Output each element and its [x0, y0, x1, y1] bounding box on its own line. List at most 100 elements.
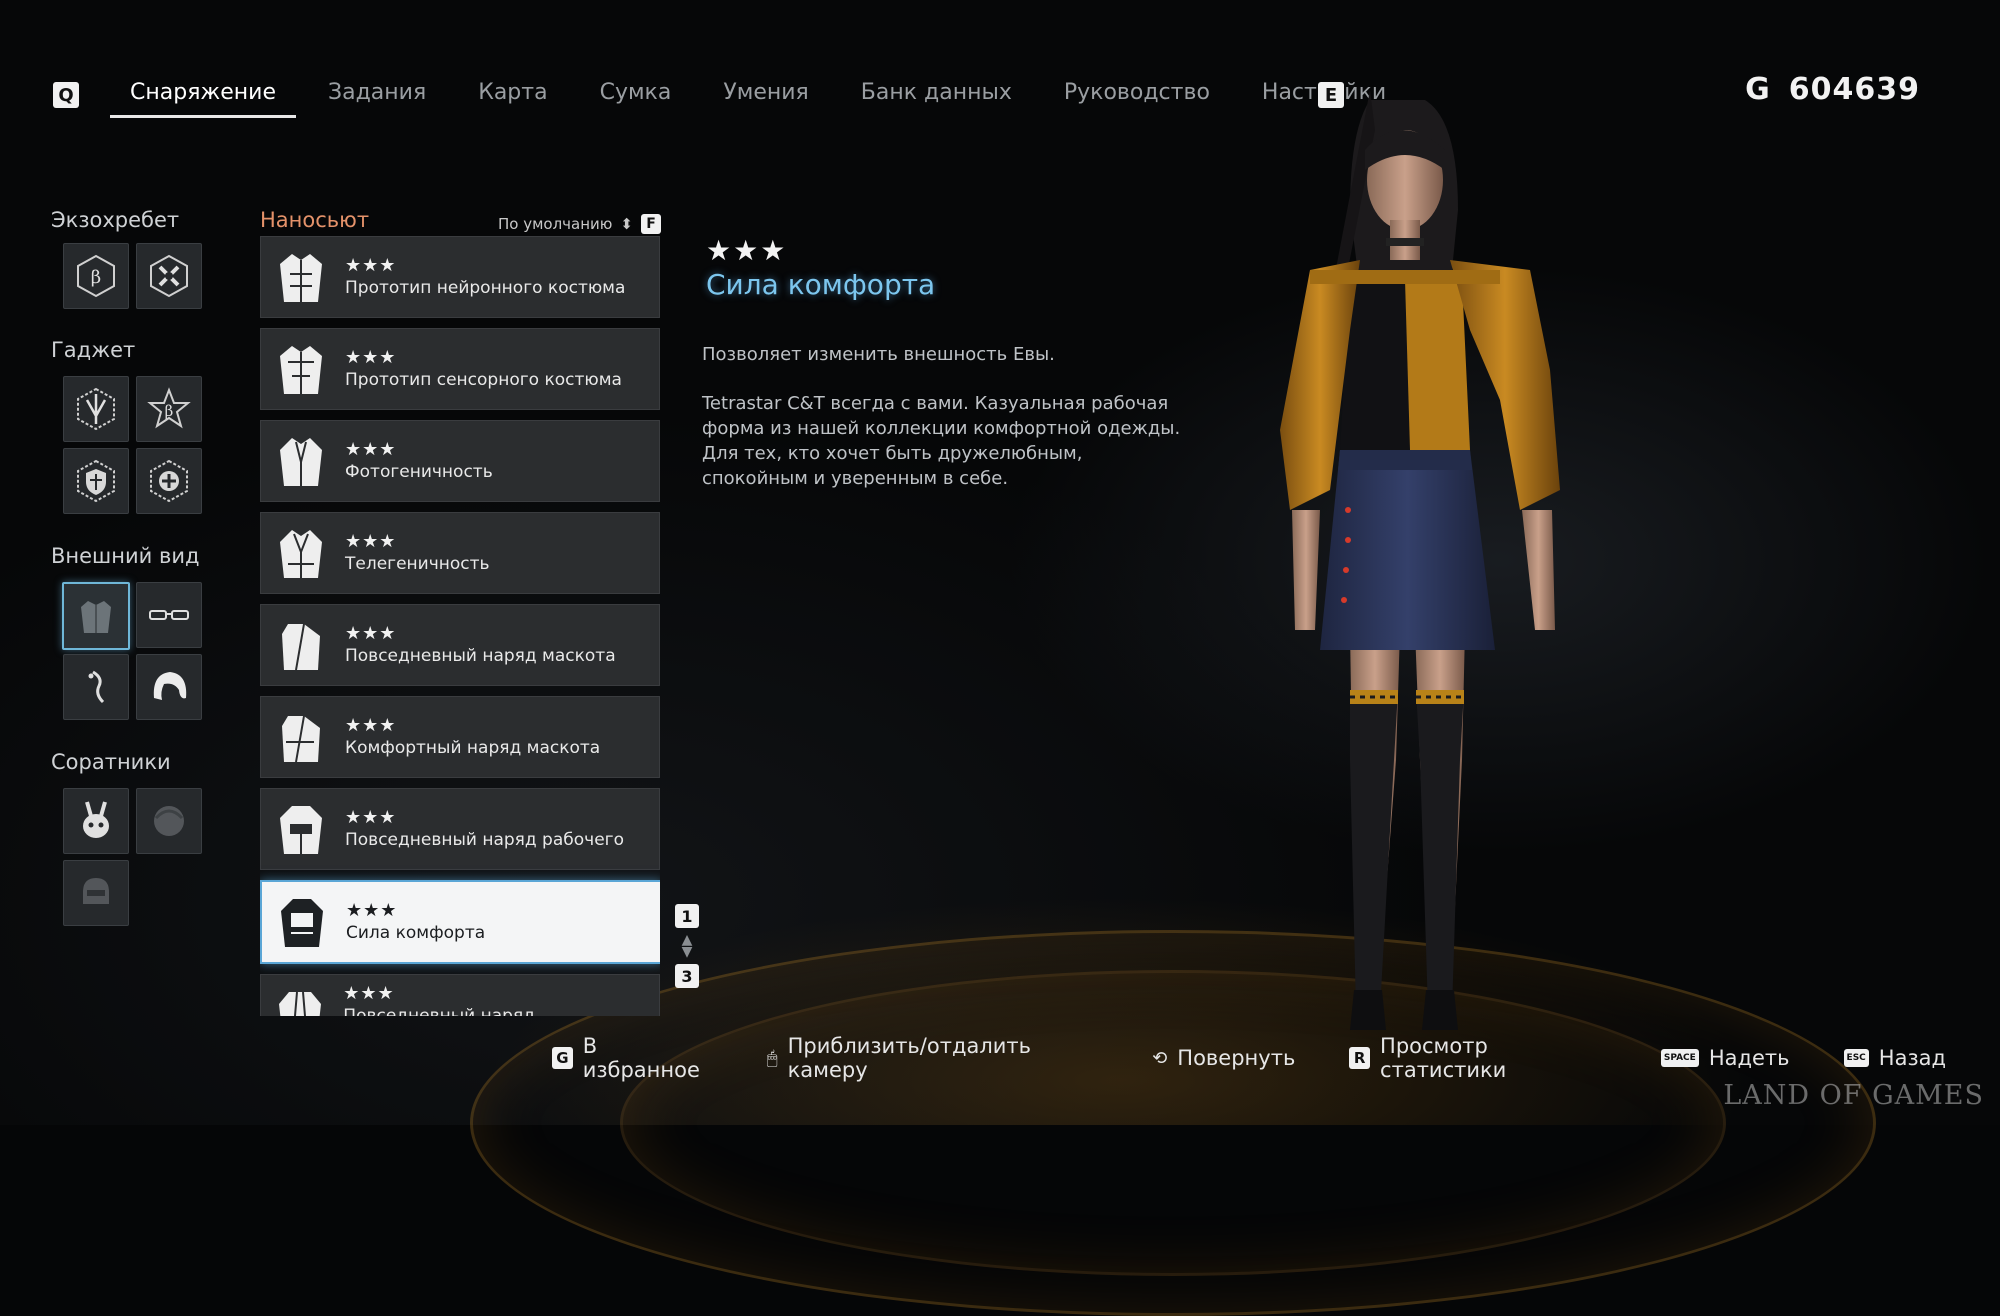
- item-name: Прототип сенсорного костюма: [345, 370, 622, 390]
- list-item[interactable]: ★★★ Фотогеничность: [260, 420, 660, 502]
- appearance-suit-slot[interactable]: [62, 582, 130, 650]
- category-gadget: Гаджет: [51, 338, 136, 362]
- item-stars: ★★★: [345, 439, 397, 460]
- favorite-label: В избранное: [582, 1034, 700, 1082]
- list-pager: 1 ▲ ▼ 3: [674, 904, 700, 988]
- item-stars: ★★★: [345, 715, 397, 736]
- hint-zoom[interactable]: 🖱 Приблизить/отдалить камеру: [767, 1034, 1098, 1082]
- exospine-cross-icon: [150, 254, 188, 298]
- item-name: Телегеничность: [345, 554, 490, 574]
- item-stars: ★★★: [345, 623, 397, 644]
- item-name: Комфортный наряд маскота: [345, 738, 601, 758]
- page-down-key[interactable]: 3: [675, 964, 699, 988]
- outfit-icon: [271, 522, 331, 584]
- hint-rotate[interactable]: ⟲ Повернуть: [1152, 1046, 1295, 1070]
- tab-map[interactable]: Карта: [458, 72, 567, 122]
- gadget-slot-3[interactable]: [63, 448, 129, 514]
- item-stars: ★★★: [346, 900, 398, 921]
- companion-slot-3[interactable]: [63, 860, 129, 926]
- equip-label: Надеть: [1708, 1046, 1790, 1070]
- stats-label: Просмотр статистики: [1380, 1034, 1507, 1082]
- companion-slot-1[interactable]: [63, 788, 129, 854]
- item-stars: ★★★: [343, 983, 395, 1004]
- suit-icon: [81, 601, 111, 633]
- detail-desc-flavor: Tetrastar C&T всегда с вами. Казуальная …: [702, 393, 1181, 489]
- exospine-slot-2[interactable]: [136, 243, 202, 309]
- currency-symbol: G: [1745, 72, 1771, 107]
- tab-database[interactable]: Банк данных: [841, 72, 1032, 122]
- svg-text:β: β: [91, 267, 101, 288]
- hint-back[interactable]: ESC Назад: [1843, 1046, 1947, 1070]
- outfit-icon: [271, 246, 331, 308]
- list-item-selected[interactable]: ★★★ Сила комфорта: [260, 880, 660, 964]
- gadget-slot-4[interactable]: [136, 448, 202, 514]
- hint-stats[interactable]: R Просмотр статистики: [1349, 1034, 1607, 1082]
- currency-amount: 604639: [1788, 72, 1920, 107]
- item-name: Прототип нейронного костюма: [345, 278, 626, 298]
- category-companions: Соратники: [51, 750, 171, 774]
- rotate-icon: ⟲: [1152, 1047, 1168, 1069]
- hair-icon: [153, 672, 187, 700]
- companion-slot-2[interactable]: [136, 788, 202, 854]
- detail-stars: ★★★: [706, 234, 788, 267]
- favorite-key: G: [552, 1047, 573, 1069]
- list-item[interactable]: ★★★ Повседневный наряд мотоциклиста: [260, 974, 660, 1016]
- zoom-label: Приблизить/отдалить камеру: [787, 1034, 1032, 1082]
- sort-key[interactable]: F: [641, 214, 661, 234]
- list-item[interactable]: ★★★ Прототип нейронного костюма: [260, 236, 660, 318]
- rotate-label: Повернуть: [1177, 1046, 1296, 1070]
- sort-control[interactable]: По умолчанию ⬍ F: [498, 214, 661, 234]
- gadget-shield-icon: [77, 459, 115, 503]
- item-stars: ★★★: [345, 255, 397, 276]
- outfit-icon: [271, 430, 331, 492]
- page-up-key[interactable]: 1: [675, 904, 699, 928]
- currency-display: G 604639: [1745, 72, 1920, 107]
- gadget-beta-star-icon: β: [147, 387, 191, 429]
- outfit-list: ★★★ Прототип нейронного костюма ★★★ Протот…: [260, 236, 660, 1016]
- exospine-beta-icon: β: [77, 254, 115, 298]
- appearance-earring-slot[interactable]: [63, 654, 129, 720]
- rabbit-mask-icon: [83, 801, 109, 838]
- list-item[interactable]: ★★★ Прототип сенсорного костюма: [260, 328, 660, 410]
- sort-arrows-icon: ⬍: [620, 215, 633, 233]
- item-stars: ★★★: [345, 531, 397, 552]
- appearance-hair-slot[interactable]: [136, 654, 202, 720]
- svg-text:β: β: [165, 402, 174, 420]
- gadget-drone-icon: [77, 387, 115, 431]
- category-exospine: Экзохребет: [51, 208, 180, 232]
- detail-desc-effect: Позволяет изменить внешность Евы.: [702, 344, 1055, 365]
- back-label: Назад: [1878, 1046, 1947, 1070]
- item-name: Повседневный наряд маскота: [345, 646, 616, 666]
- outfit-icon: [272, 891, 332, 953]
- watermark: LAND OF GAMES: [1723, 1080, 1984, 1111]
- list-item[interactable]: ★★★ Телегеничность: [260, 512, 660, 594]
- mouse-scroll-icon: 🖱: [766, 1047, 778, 1069]
- gadget-slot-1[interactable]: [63, 376, 129, 442]
- outfit-icon: [271, 706, 331, 768]
- hint-equip[interactable]: SPACE Надеть: [1660, 1046, 1790, 1070]
- character-model[interactable]: [1200, 70, 1620, 1050]
- tab-missions[interactable]: Задания: [308, 72, 446, 122]
- list-item[interactable]: ★★★ Повседневный наряд маскота: [260, 604, 660, 686]
- list-item[interactable]: ★★★ Комфортный наряд маскота: [260, 696, 660, 778]
- glasses-icon: [149, 610, 189, 620]
- tab-bag[interactable]: Сумка: [580, 72, 692, 122]
- item-name: Сила комфорта: [346, 923, 486, 943]
- outfit-icon: [271, 798, 331, 860]
- list-item[interactable]: ★★★ Повседневный наряд рабочего: [260, 788, 660, 870]
- control-hints: G В избранное 🖱 Приблизить/отдалить каме…: [552, 1034, 2000, 1082]
- list-title: Наносьют: [260, 208, 370, 232]
- prev-tab-key[interactable]: Q: [53, 82, 79, 108]
- companion-head-icon: [154, 806, 184, 836]
- item-name: Повседневный наряд мотоциклиста: [343, 1006, 535, 1016]
- sort-label: По умолчанию: [498, 215, 613, 233]
- item-name: Фотогеничность: [345, 462, 493, 482]
- hint-favorite[interactable]: G В избранное: [552, 1034, 713, 1082]
- appearance-glasses-slot[interactable]: [136, 582, 202, 648]
- tab-equipment[interactable]: Снаряжение: [110, 72, 296, 122]
- tab-skills[interactable]: Умения: [703, 72, 828, 122]
- detail-description: Позволяет изменить внешность Евы. Tetras…: [702, 342, 1182, 515]
- outfit-icon: [271, 614, 331, 676]
- gadget-slot-2[interactable]: β: [136, 376, 202, 442]
- exospine-slot-1[interactable]: β: [63, 243, 129, 309]
